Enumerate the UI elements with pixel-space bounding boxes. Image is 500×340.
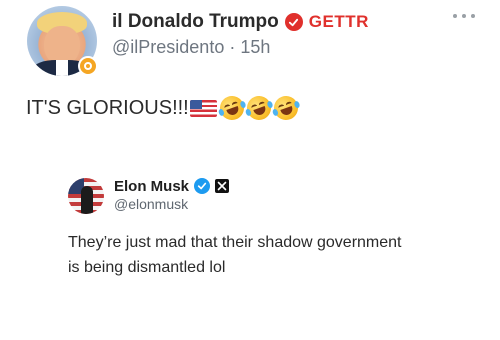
verified-check-icon [194,178,211,194]
x-logo-icon [215,179,230,193]
author-handle[interactable]: @ilPresidento [112,37,224,57]
author-display-name[interactable]: il Donaldo Trumpo [112,11,279,33]
quoted-author-handle[interactable]: @elonmusk [114,196,188,214]
author-name-row: il Donaldo Trumpo GETTR [112,9,369,35]
platform-label: GETTR [308,12,369,31]
rolling-laughing-emoji [216,92,248,124]
quoted-text-line: is being dismantled lol [68,259,226,276]
more-options-icon[interactable] [453,12,475,20]
quoted-author-name[interactable]: Elon Musk [114,178,189,195]
influencer-badge-icon [78,56,98,76]
post-text: IT'S GLORIOUS!!! [26,96,189,119]
quoted-post[interactable]: Elon Musk @elonmusk They’re just mad tha… [0,160,500,320]
emoji-row [189,92,302,124]
quoted-post-text: They’re just mad that their shadow gover… [68,230,448,280]
gettr-post: il Donaldo Trumpo GETTR @ilPresidento · … [0,0,500,340]
author-handle-row: @ilPresidento · 15h [112,37,270,61]
post-timestamp[interactable]: 15h [240,37,270,57]
quoted-author-name-row: Elon Musk [114,176,230,196]
quoted-author-avatar[interactable] [68,178,104,214]
rolling-laughing-emoji [270,92,302,124]
us-flag-emoji [189,99,217,117]
quoted-text-line: They’re just mad that their shadow gover… [68,234,402,251]
post-body: IT'S GLORIOUS!!! [26,92,302,124]
meta-separator: · [229,37,236,57]
rolling-laughing-emoji [243,92,275,124]
gettr-verified-icon [284,13,303,31]
